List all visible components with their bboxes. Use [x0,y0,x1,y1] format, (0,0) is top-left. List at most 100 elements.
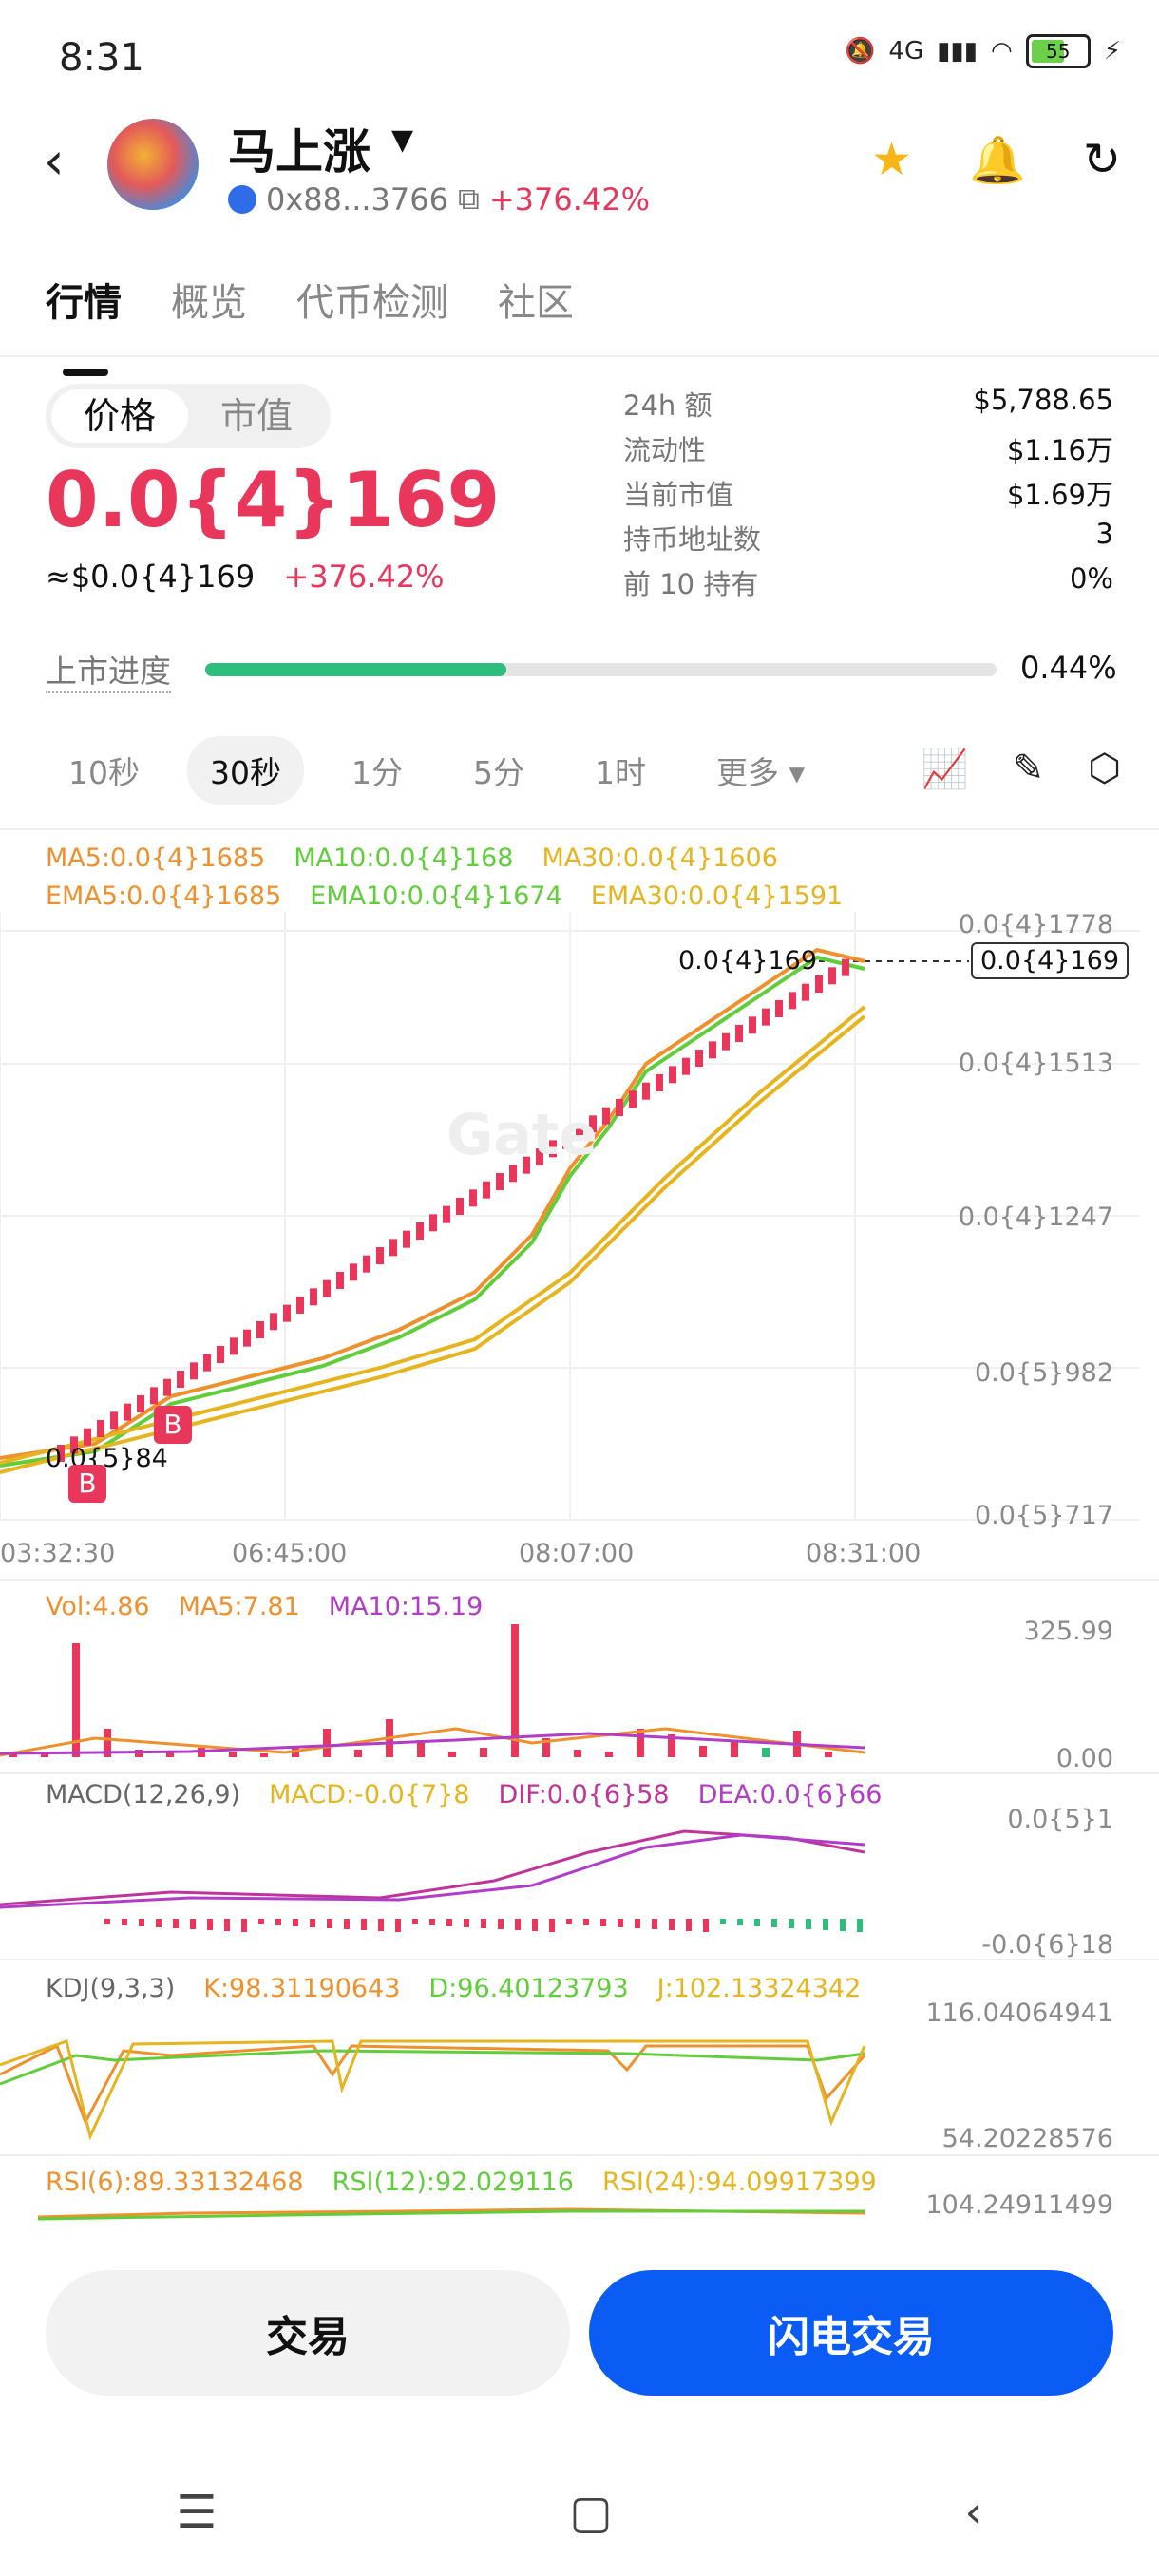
toggle-price[interactable]: 价格 [51,389,188,443]
macd-bar [122,1919,127,1925]
candle [323,1279,331,1297]
indicator-icon[interactable]: 📈 [922,747,969,791]
candle [775,1000,783,1017]
stat-row: 前 10 持有 0% [623,562,1113,600]
macd-bar [771,1919,777,1927]
macd-bar [104,1919,110,1924]
candle [84,1428,91,1446]
interval-30s[interactable]: 30秒 [187,736,304,805]
usd-price-row: ≈$0.0{4}169 +376.42% [46,559,445,595]
candle [283,1304,291,1322]
tab-market[interactable]: 行情 [46,272,122,376]
chevron-down-icon[interactable]: ▼ [391,123,413,157]
interval-selector: 10秒 30秒 1分 5分 1时 更多 ▾ [46,736,827,805]
volume-bar [762,1748,770,1757]
time-axis-label: 03:32:30 [0,1539,116,1568]
candle [709,1041,716,1059]
candle [602,1107,610,1125]
macd-dif-line [0,1829,865,1906]
candle [802,983,809,1001]
rsi-chart [37,2207,865,2221]
buy-marker[interactable]: B [154,1406,192,1444]
watermark: Gate [446,1102,598,1168]
candle [669,1066,676,1084]
ma-curve [0,947,865,1460]
settings-icon[interactable]: ⬡ [1088,747,1121,791]
candle [695,1050,703,1067]
launch-progress-label[interactable]: 上市进度 [46,646,171,693]
ma-legend-item: MA10:0.0{4}168 [294,843,514,873]
current-price-tag: 0.0{4}169 [971,942,1130,979]
candle [336,1272,344,1289]
ema-legend-item: EMA30:0.0{4}1591 [590,881,844,911]
volume-bar [354,1750,362,1757]
bell-icon[interactable]: 🔔 [969,133,1026,187]
candle [429,1214,437,1232]
macd-bar [600,1919,606,1926]
candle [496,1173,504,1190]
candle [682,1057,690,1075]
macd-bar [190,1919,196,1929]
tab-overview[interactable]: 概览 [171,272,247,327]
vol-axis-label: 325.99 [1023,1617,1113,1646]
rsi-legend: RSI(6):89.33132468 RSI(12):92.029116 RSI(2… [46,2168,877,2197]
copy-icon[interactable]: ⧉ [458,180,480,218]
candle [363,1255,370,1273]
trade-button[interactable]: 交易 [46,2270,570,2396]
low-price-label: 0.0{5}84 [46,1444,168,1473]
macd-bar [857,1919,863,1932]
star-icon[interactable]: ★ [871,133,912,187]
header-actions: ★ 🔔 ↻ [871,133,1121,187]
candle [376,1247,384,1264]
kdj-legend-item: K:98.31190643 [203,1974,401,2003]
interval-5m[interactable]: 5分 [450,736,547,805]
kdj-axis-label: 54.20228576 [941,2124,1113,2153]
stat-row: 当前市值 $1.69万 [623,479,1113,511]
ma-legend: MA5:0.0{4}1685 MA10:0.0{4}168 MA30:0.0{4}1… [46,843,778,873]
toggle-mcap[interactable]: 市值 [188,389,325,443]
draw-icon[interactable]: ✎ [1013,747,1045,791]
kdj-legend: KDJ(9,3,3) K:98.31190643 D:96.40123793 J:10… [46,1974,861,2003]
ma-legend-item: MA5:0.0{4}1685 [46,843,266,873]
back-nav-icon[interactable]: ‹ [964,2486,982,2539]
macd-bar [754,1919,760,1926]
candlestick-chart[interactable] [0,912,1159,1558]
tab-community[interactable]: 社区 [498,272,574,327]
price-axis-label: 0.0{5}982 [974,1358,1113,1388]
stats-panel: 24h 额 $5,788.65 流动性 $1.16万 当前市值 $1.69万 持币地址… [623,384,1113,607]
candle [469,1189,477,1207]
interval-1h[interactable]: 1时 [572,736,669,805]
macd-legend-item: DEA:0.0{6}66 [697,1780,883,1809]
candle [749,1016,756,1034]
macd-axis-label: -0.0{6}18 [981,1930,1113,1960]
candle [642,1082,650,1100]
menu-icon[interactable]: ☰ [176,2486,217,2539]
header-change: +376.42% [488,180,651,218]
home-icon[interactable]: ▢ [569,2486,612,2539]
ema-legend-item: EMA10:0.0{4}1674 [310,881,562,911]
signal-icon: ▮▮▮ [937,37,978,66]
macd-bar [207,1919,213,1930]
chart-tools: 📈 ✎ ⬡ [922,747,1121,791]
buy-marker[interactable]: B [68,1465,106,1503]
back-icon[interactable]: ‹ [44,131,65,191]
tab-token-check[interactable]: 代币检测 [296,272,448,327]
macd-bar [361,1919,367,1930]
flash-trade-button[interactable]: 闪电交易 [589,2270,1113,2396]
interval-1m[interactable]: 1分 [329,736,426,805]
current-price: 0.0{4}169 [46,456,501,544]
volume-chart [0,1624,865,1757]
candle [735,1025,743,1042]
coin-name[interactable]: 马上涨 [228,114,370,182]
rsi-axis-label: 104.24911499 [925,2190,1113,2220]
macd-bar [310,1919,315,1927]
candle [828,967,836,985]
address-row: 0x88...3766 ⧉ +376.42% [228,180,650,218]
macd-bar [429,1919,435,1925]
candle [762,1008,770,1026]
interval-10s[interactable]: 10秒 [46,736,162,805]
time-axis-label: 08:31:00 [806,1539,922,1568]
share-icon[interactable]: ↻ [1083,133,1121,187]
divider [0,2154,1159,2156]
interval-more[interactable]: 更多 ▾ [694,736,827,805]
